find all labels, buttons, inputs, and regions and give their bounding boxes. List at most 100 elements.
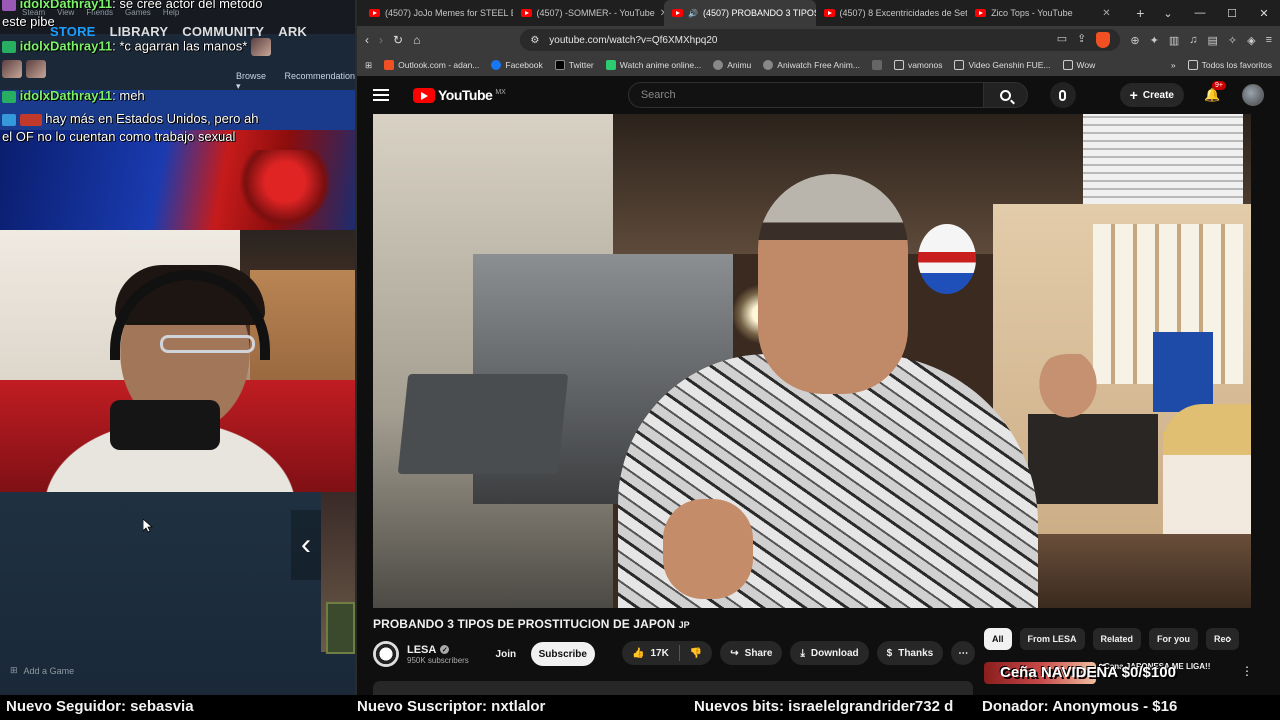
add-game-button[interactable]: ⊞ Add a Game <box>10 665 74 676</box>
youtube-favicon-icon <box>672 9 684 17</box>
bookmark-folder[interactable]: Wow <box>1062 60 1095 70</box>
chip-from-channel[interactable]: From LESA <box>1019 628 1085 650</box>
home-icon[interactable]: ⌂ <box>413 33 420 47</box>
sidebar-icon[interactable]: ▥ <box>1169 34 1179 47</box>
menu-icon[interactable]: ≡ <box>1266 34 1272 47</box>
bookmark-item[interactable] <box>871 60 882 70</box>
chevron-right-icon[interactable]: › <box>1227 630 1232 646</box>
stream-ticker: Nuevo Seguidor: sebasvia Nuevo Suscripto… <box>0 695 1280 720</box>
search-input[interactable] <box>627 82 984 108</box>
dislike-button[interactable]: 👎 <box>680 641 712 665</box>
youtube-favicon-icon <box>520 9 532 17</box>
bookmark-item[interactable]: Watch anime online... <box>605 60 701 70</box>
steam-nav-store[interactable]: STORE <box>50 24 96 39</box>
browser-tab[interactable]: Zico Tops - YouTube ✕ <box>967 0 1119 26</box>
leo-icon[interactable]: ✧ <box>1228 34 1237 47</box>
steam-nav-community[interactable]: COMMUNITY <box>182 24 264 39</box>
video-player[interactable] <box>373 114 1251 608</box>
site-info-icon[interactable]: ⚙ <box>530 35 539 46</box>
subscribe-button[interactable]: Subscribe <box>530 642 595 666</box>
maximize-icon[interactable]: ☐ <box>1216 0 1248 26</box>
cast-icon[interactable]: ▭ <box>1057 32 1067 48</box>
tab-search-icon[interactable]: ⌄ <box>1152 0 1184 26</box>
bookmark-label: Facebook <box>505 60 543 70</box>
glasses <box>160 335 255 353</box>
extension-icon[interactable]: ⊕ <box>1130 34 1139 47</box>
join-button[interactable]: Join <box>487 642 525 666</box>
reload-icon[interactable]: ↻ <box>393 33 403 47</box>
channel-avatar[interactable] <box>373 641 399 667</box>
close-window-icon[interactable]: ✕ <box>1248 0 1280 26</box>
more-actions-icon[interactable]: ⋯ <box>951 641 976 665</box>
steam-nav-library[interactable]: LIBRARY <box>110 24 169 39</box>
forward-icon[interactable]: › <box>379 33 383 47</box>
thanks-button[interactable]: $ Thanks <box>876 641 944 665</box>
flag-icon: JP <box>678 620 690 630</box>
account-avatar[interactable] <box>1242 84 1264 106</box>
wallet-icon[interactable]: ▤ <box>1207 34 1217 47</box>
extensions-toolbar: ⊕ ✦ ▥ ♫ ▤ ✧ ◈ ≡ <box>1130 34 1272 47</box>
close-icon[interactable]: ✕ <box>1102 8 1110 19</box>
globe-icon <box>713 60 724 70</box>
carousel-prev-icon[interactable]: ‹ <box>291 510 321 580</box>
steam-browse-menu[interactable]: Browse ▾ <box>236 71 266 92</box>
puzzle-icon[interactable]: ✦ <box>1150 34 1159 47</box>
bookmark-item[interactable]: Outlook.com - adan... <box>384 60 479 70</box>
all-bookmarks-folder[interactable]: Todos los favoritos <box>1187 60 1272 70</box>
browser-tab[interactable]: (4507) JoJo Memes for STEEL BALL ✕ <box>361 0 513 26</box>
url-text[interactable]: youtube.com/watch?v=Qf6XMXhpq20 <box>549 35 717 46</box>
download-button[interactable]: ⤓ Download <box>790 641 869 665</box>
thanks-label: Thanks <box>898 647 934 659</box>
bookmark-item[interactable]: Aniwatch Free Anim... <box>763 60 860 70</box>
music-icon[interactable]: ♫ <box>1189 34 1197 47</box>
bookmark-item[interactable]: Facebook <box>491 60 543 70</box>
hamburger-menu-icon[interactable] <box>373 89 389 101</box>
like-button[interactable]: 👍 17K <box>622 641 679 665</box>
share-button[interactable]: ↪ Share <box>720 641 783 665</box>
new-tab-icon[interactable]: + <box>1129 0 1152 26</box>
bookmark-item[interactable]: Animu <box>713 60 751 70</box>
search-button[interactable] <box>983 82 1028 108</box>
bookmark-folder[interactable]: vamonos <box>893 60 942 70</box>
apps-grid-icon[interactable]: ⊞ <box>365 60 372 71</box>
youtube-play-icon <box>413 87 435 103</box>
folder-icon <box>1187 60 1198 70</box>
video-title: PROBANDO 3 TIPOS DE PROSTITUCION DE JAPO… <box>373 617 690 631</box>
description-box[interactable] <box>373 681 973 695</box>
chat-text: *c agarran las manos* <box>119 38 248 54</box>
minimize-icon[interactable]: — <box>1184 0 1216 26</box>
url-field[interactable]: ⚙ youtube.com/watch?v=Qf6XMXhpq20 ▭ ⇪ <box>520 29 1121 51</box>
share-icon[interactable]: ⇪ <box>1077 32 1086 48</box>
bookmark-favicon-icon <box>871 60 882 70</box>
chip-for-you[interactable]: For you <box>1149 628 1199 650</box>
channel-name[interactable]: LESA ✓ <box>407 644 469 656</box>
chip-recent[interactable]: Rec <box>1206 628 1239 650</box>
voice-search-button[interactable] <box>1049 82 1076 108</box>
chip-all[interactable]: All <box>984 628 1012 650</box>
ticker-subscriber: Nuevo Suscriptor: nxtlalor <box>357 698 546 715</box>
steam-recommendations-menu[interactable]: Recommendation <box>284 71 355 92</box>
vpn-icon[interactable]: ◈ <box>1247 34 1255 47</box>
browser-tab[interactable]: (4507) 8 Excentricidades de Seto K ✕ <box>816 0 967 26</box>
browser-tab[interactable]: (4507) -SOMMER- - YouTube ✕ <box>513 0 664 26</box>
steam-game-thumbnail[interactable] <box>326 602 355 654</box>
plus-icon: ⊞ <box>10 665 18 675</box>
notifications-button[interactable]: 🔔 9+ <box>1204 81 1226 103</box>
back-icon[interactable]: ‹ <box>365 33 369 47</box>
video-host-head <box>758 174 908 394</box>
chip-related[interactable]: Related <box>1092 628 1142 650</box>
more-vert-icon[interactable]: ⋮ <box>1241 664 1253 678</box>
bookmarks-overflow-icon[interactable]: » <box>1171 60 1176 70</box>
bookmark-item[interactable]: Twitter <box>554 60 594 70</box>
brave-shield-icon[interactable] <box>1096 32 1111 48</box>
browser-window: (4507) JoJo Memes for STEEL BALL ✕ (4507… <box>355 0 1280 695</box>
spiderman-figure <box>240 150 330 230</box>
tab-title: (4507) JoJo Memes for STEEL BALL <box>385 8 513 18</box>
bookmark-folder[interactable]: Video Genshin FUE... <box>954 60 1051 70</box>
browser-tab-active[interactable]: 🔊 (4507) PROBANDO 3 TIPOS ✕ <box>664 0 816 26</box>
create-button[interactable]: + Create <box>1119 83 1184 107</box>
steam-nav-profile[interactable]: ARK <box>278 24 307 39</box>
channel-meta: LESA ✓ 950K subscribers <box>407 644 469 665</box>
youtube-logo[interactable]: YouTube MX <box>413 87 506 103</box>
video-title-text: PROBANDO 3 TIPOS DE PROSTITUCION DE JAPO… <box>373 617 676 631</box>
